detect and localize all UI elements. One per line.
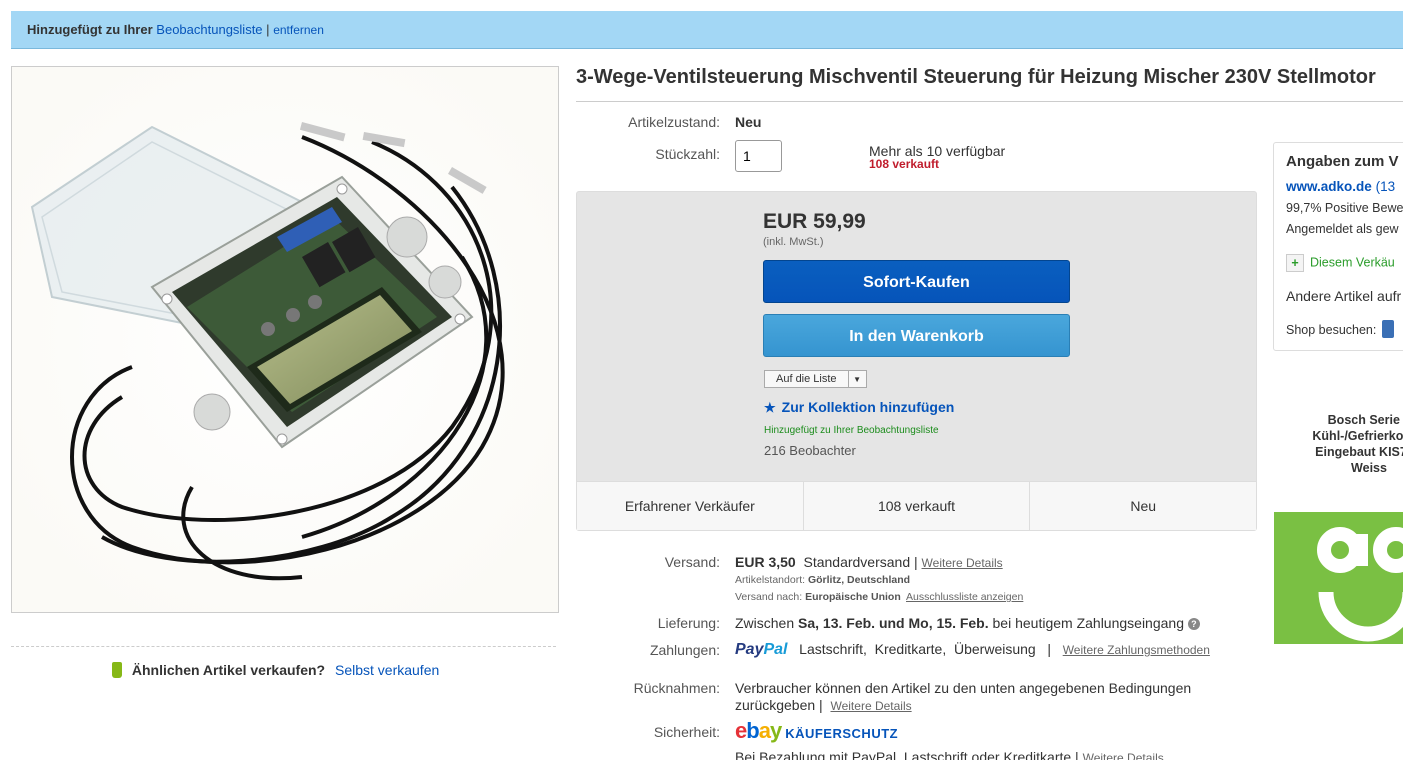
security-label: Sicherheit: <box>653 724 720 740</box>
price: EUR 59,99 <box>763 210 866 233</box>
vat-note: (inkl. MwSt.) <box>763 236 824 248</box>
divider <box>11 646 556 647</box>
sell-similar: Ähnlichen Artikel verkaufen? Selbst verk… <box>112 662 439 678</box>
more-payment-methods-link[interactable]: Weitere Zahlungsmethoden <box>1063 643 1210 657</box>
page-title: 3-Wege-Ventilsteuerung Mischventil Steue… <box>576 66 1376 88</box>
condition-label: Artikelzustand: <box>628 114 720 130</box>
help-icon[interactable]: ? <box>1187 618 1200 631</box>
watcher-count: 216 Beobachter <box>764 443 856 458</box>
ad-text: Bosch Serie 6 Kühl-/Gefrierkombi Eingeba… <box>1312 413 1403 475</box>
shipping-method: Standardversand | <box>803 554 918 570</box>
security-text-row: Bei Bezahlung mit PayPal, Lastschrift od… <box>735 749 1164 760</box>
stat-condition: Neu <box>1029 482 1256 530</box>
shipping-label: Versand: <box>664 554 720 570</box>
quantity-label: Stückzahl: <box>655 146 720 162</box>
seller-name-link[interactable]: www.adko.de <box>1286 179 1372 194</box>
add-to-list-label: Auf die Liste <box>776 373 837 385</box>
delivery-label: Lieferung: <box>657 615 720 631</box>
seller-registered: Angemeldet als gew <box>1286 222 1399 236</box>
stat-sold: 108 verkauft <box>802 482 1030 530</box>
remove-link[interactable]: entfernen <box>273 23 324 37</box>
shipping-price: EUR 3,50 <box>735 554 796 570</box>
notice-separator: | <box>266 22 270 37</box>
returns-details-link[interactable]: Weitere Details <box>830 699 911 713</box>
seller-name-row: www.adko.de (13 <box>1286 178 1395 194</box>
chevron-down-icon[interactable]: ▼ <box>847 371 866 387</box>
advertisement[interactable]: Bosch Serie 6 Kühl-/Gefrierkombi Eingeba… <box>1274 371 1403 644</box>
star-icon: ★ <box>764 400 776 415</box>
returns-text-1: Verbraucher können den Artikel zu den un… <box>735 680 1192 696</box>
security-text: Bei Bezahlung mit PayPal, Lastschrift od… <box>735 749 1079 760</box>
buyer-protection: ebay KÄUFERSCHUTZ <box>735 718 898 744</box>
ebay-logo-icon: ebay <box>735 718 782 743</box>
item-location-label: Artikelstandort: <box>735 574 806 586</box>
divider <box>576 101 1403 102</box>
shipping-info: EUR 3,50 Standardversand | Weitere Detai… <box>735 554 1003 570</box>
condition-value: Neu <box>735 114 762 130</box>
tag-icon <box>112 662 122 678</box>
item-location: Artikelstandort: Görlitz, Deutschland <box>735 574 910 586</box>
delivery-pre: Zwischen <box>735 615 795 631</box>
watchlist-notice-bar: Hinzugefügt zu Ihrer Beobachtungsliste |… <box>11 11 1403 49</box>
payment-methods-list: Lastschrift, Kreditkarte, Überweisung <box>799 641 1036 657</box>
payments-separator: | <box>1047 641 1052 657</box>
ships-to-label: Versand nach: <box>735 591 803 603</box>
stats-bar: Erfahrener Verkäufer 108 verkauft Neu <box>577 481 1256 530</box>
paypal-logo-icon: PayPal <box>735 641 788 658</box>
seller-feedback: 99,7% Positive Bewe <box>1286 201 1403 215</box>
buy-now-button[interactable]: Sofort-Kaufen <box>763 260 1070 303</box>
seller-score[interactable]: (13 <box>1376 179 1396 194</box>
stat-experienced-seller: Erfahrener Verkäufer <box>624 498 755 514</box>
add-to-collection-link[interactable]: ★ Zur Kollektion hinzufügen <box>764 399 954 416</box>
quantity-input[interactable] <box>735 140 782 172</box>
exclusion-list-link[interactable]: Ausschlussliste anzeigen <box>906 591 1023 603</box>
delivery-post: bei heutigem Zahlungseingang <box>992 615 1184 631</box>
returns-info: Verbraucher können den Artikel zu den un… <box>735 680 1191 715</box>
plus-icon: + <box>1286 254 1304 272</box>
visit-shop-row: Shop besuchen: <box>1286 320 1394 338</box>
added-to-watchlist-note: Hinzugefügt zu Ihrer Beobachtungsliste <box>764 425 939 436</box>
other-items-link[interactable]: Andere Artikel aufr <box>1286 288 1401 304</box>
collection-label: Zur Kollektion hinzufügen <box>781 399 955 415</box>
seller-panel: Angaben zum V www.adko.de (13 99,7% Posi… <box>1273 142 1403 351</box>
shipping-details-link[interactable]: Weitere Details <box>922 556 1003 570</box>
watchlist-link[interactable]: Beobachtungsliste <box>156 22 262 37</box>
delivery-dates: Sa, 13. Feb. und Mo, 15. Feb. <box>798 615 989 631</box>
delivery-info: Zwischen Sa, 13. Feb. und Mo, 15. Feb. b… <box>735 615 1200 631</box>
visit-shop-label: Shop besuchen: <box>1286 323 1377 337</box>
sell-similar-question: Ähnlichen Artikel verkaufen? <box>131 662 326 678</box>
payments-label: Zahlungen: <box>649 642 720 658</box>
product-photo-icon <box>12 67 558 612</box>
item-location-value: Görlitz, Deutschland <box>807 574 911 586</box>
product-image[interactable] <box>11 66 559 613</box>
sell-yourself-link[interactable]: Selbst verkaufen <box>335 662 439 678</box>
ships-to: Versand nach: Europäische Union Ausschlu… <box>735 591 1023 603</box>
add-to-list-button[interactable]: Auf die Liste ▼ <box>764 370 867 388</box>
seller-heading: Angaben zum V <box>1286 153 1399 170</box>
security-details-link[interactable]: Weitere Details <box>1083 751 1164 760</box>
ao-logo-icon <box>1274 512 1403 644</box>
ships-to-value: Europäische Union <box>805 591 901 603</box>
returns-text-2: zurückgeben | <box>735 697 823 713</box>
save-seller-label: Diesem Verkäu <box>1310 255 1395 270</box>
shop-icon[interactable] <box>1381 320 1394 338</box>
returns-label: Rücknahmen: <box>633 680 720 696</box>
add-to-cart-button[interactable]: In den Warenkorb <box>763 314 1070 357</box>
buy-box <box>576 191 1257 531</box>
payment-methods: PayPal Lastschrift, Kreditkarte, Überwei… <box>735 641 1210 659</box>
notice-text: Hinzugefügt zu Ihrer <box>27 22 153 37</box>
sold-count: 108 verkauft <box>869 157 940 171</box>
buyer-protection-label: KÄUFERSCHUTZ <box>785 726 899 741</box>
save-seller-row[interactable]: + Diesem Verkäu <box>1286 254 1395 272</box>
